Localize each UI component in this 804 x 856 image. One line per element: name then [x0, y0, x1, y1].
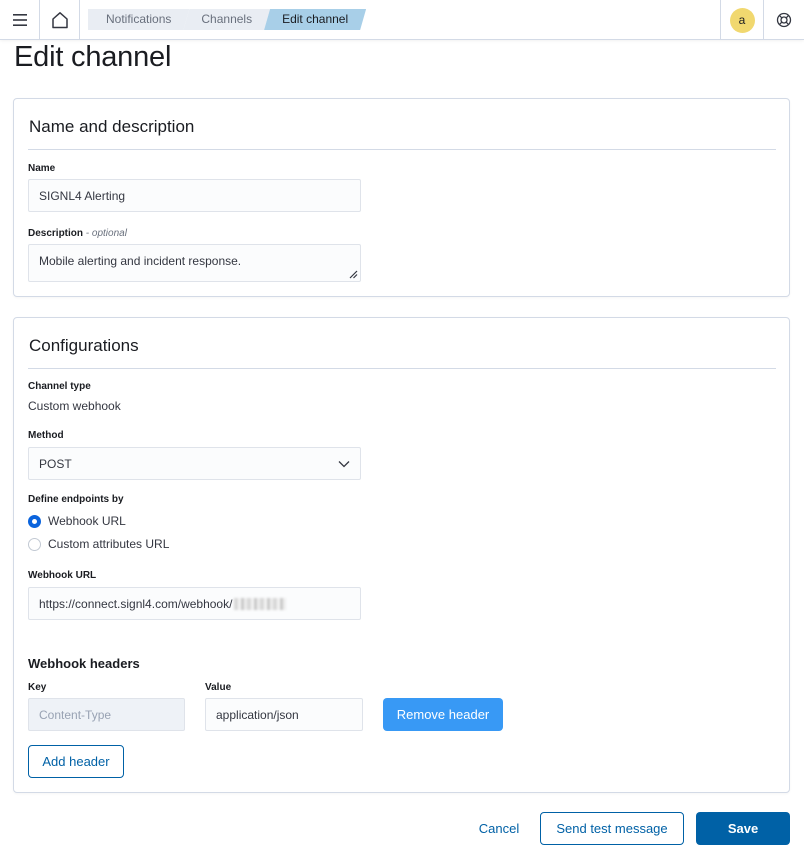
breadcrumb: Notifications Channels Edit channel [88, 9, 360, 30]
radio-label: Custom attributes URL [48, 537, 170, 551]
method-select[interactable]: POST [28, 447, 361, 480]
webhook-headers-title: Webhook headers [28, 656, 140, 671]
name-description-panel: Name and description Name SIGNL4 Alertin… [13, 98, 790, 297]
save-button[interactable]: Save [696, 812, 790, 845]
channel-type-value: Custom webhook [28, 399, 121, 413]
webhook-url-label: Webhook URL [28, 570, 97, 581]
breadcrumb-notifications[interactable]: Notifications [88, 9, 189, 30]
panel-title: Configurations [29, 336, 139, 355]
endpoints-label: Define endpoints by [28, 494, 124, 505]
help-menu[interactable] [763, 0, 804, 40]
avatar[interactable]: a [729, 7, 755, 33]
radio-label: Webhook URL [48, 514, 126, 528]
description-textarea[interactable]: Mobile alerting and incident response. [28, 244, 361, 282]
home-button[interactable] [40, 0, 80, 40]
header-key-input: Content-Type [28, 698, 185, 731]
channel-type-label: Channel type [28, 381, 91, 392]
add-header-button[interactable]: Add header [28, 745, 124, 778]
method-label: Method [28, 430, 64, 441]
description-label: Description - optional [28, 228, 127, 239]
menu-button[interactable] [0, 0, 40, 40]
divider [28, 368, 776, 369]
name-label: Name [28, 163, 56, 174]
configurations-panel: Configurations Channel type Custom webho… [13, 317, 790, 793]
cancel-button[interactable]: Cancel [470, 812, 528, 845]
breadcrumb-edit-channel: Edit channel [264, 9, 366, 30]
webhook-url-input[interactable]: https://connect.signl4.com/webhook/ [28, 587, 361, 620]
radio-custom-attributes-url[interactable]: Custom attributes URL [28, 537, 169, 551]
remove-header-button[interactable]: Remove header [383, 698, 503, 731]
top-header: Notifications Channels Edit channel a [0, 0, 804, 40]
header-value-input[interactable]: application/json [205, 698, 363, 731]
breadcrumb-channels[interactable]: Channels [183, 9, 270, 30]
radio-webhook-url[interactable]: Webhook URL [28, 514, 126, 528]
redacted-token [234, 597, 287, 610]
optional-hint: - optional [85, 228, 127, 239]
send-test-message-button[interactable]: Send test message [540, 812, 684, 845]
panel-title: Name and description [29, 117, 195, 136]
user-menu: a [720, 0, 763, 40]
radio-selected-icon[interactable] [28, 514, 41, 528]
name-input[interactable]: SIGNL4 Alerting [28, 179, 361, 212]
divider [28, 149, 776, 150]
help-lifebuoy-icon [776, 12, 792, 28]
description-label-text: Description [28, 228, 84, 239]
description-text: Mobile alerting and incident response. [39, 254, 242, 268]
chevron-down-icon [338, 460, 350, 467]
key-label: Key [28, 682, 47, 693]
home-icon [51, 12, 68, 29]
hamburger-icon [12, 14, 27, 26]
method-value: POST [39, 456, 72, 471]
value-label: Value [205, 682, 232, 693]
radio-unselected-icon[interactable] [28, 537, 41, 551]
page-title: Edit channel [14, 41, 172, 73]
resize-handle-icon[interactable] [348, 269, 358, 279]
webhook-url-text: https://connect.signl4.com/webhook/ [39, 596, 233, 611]
